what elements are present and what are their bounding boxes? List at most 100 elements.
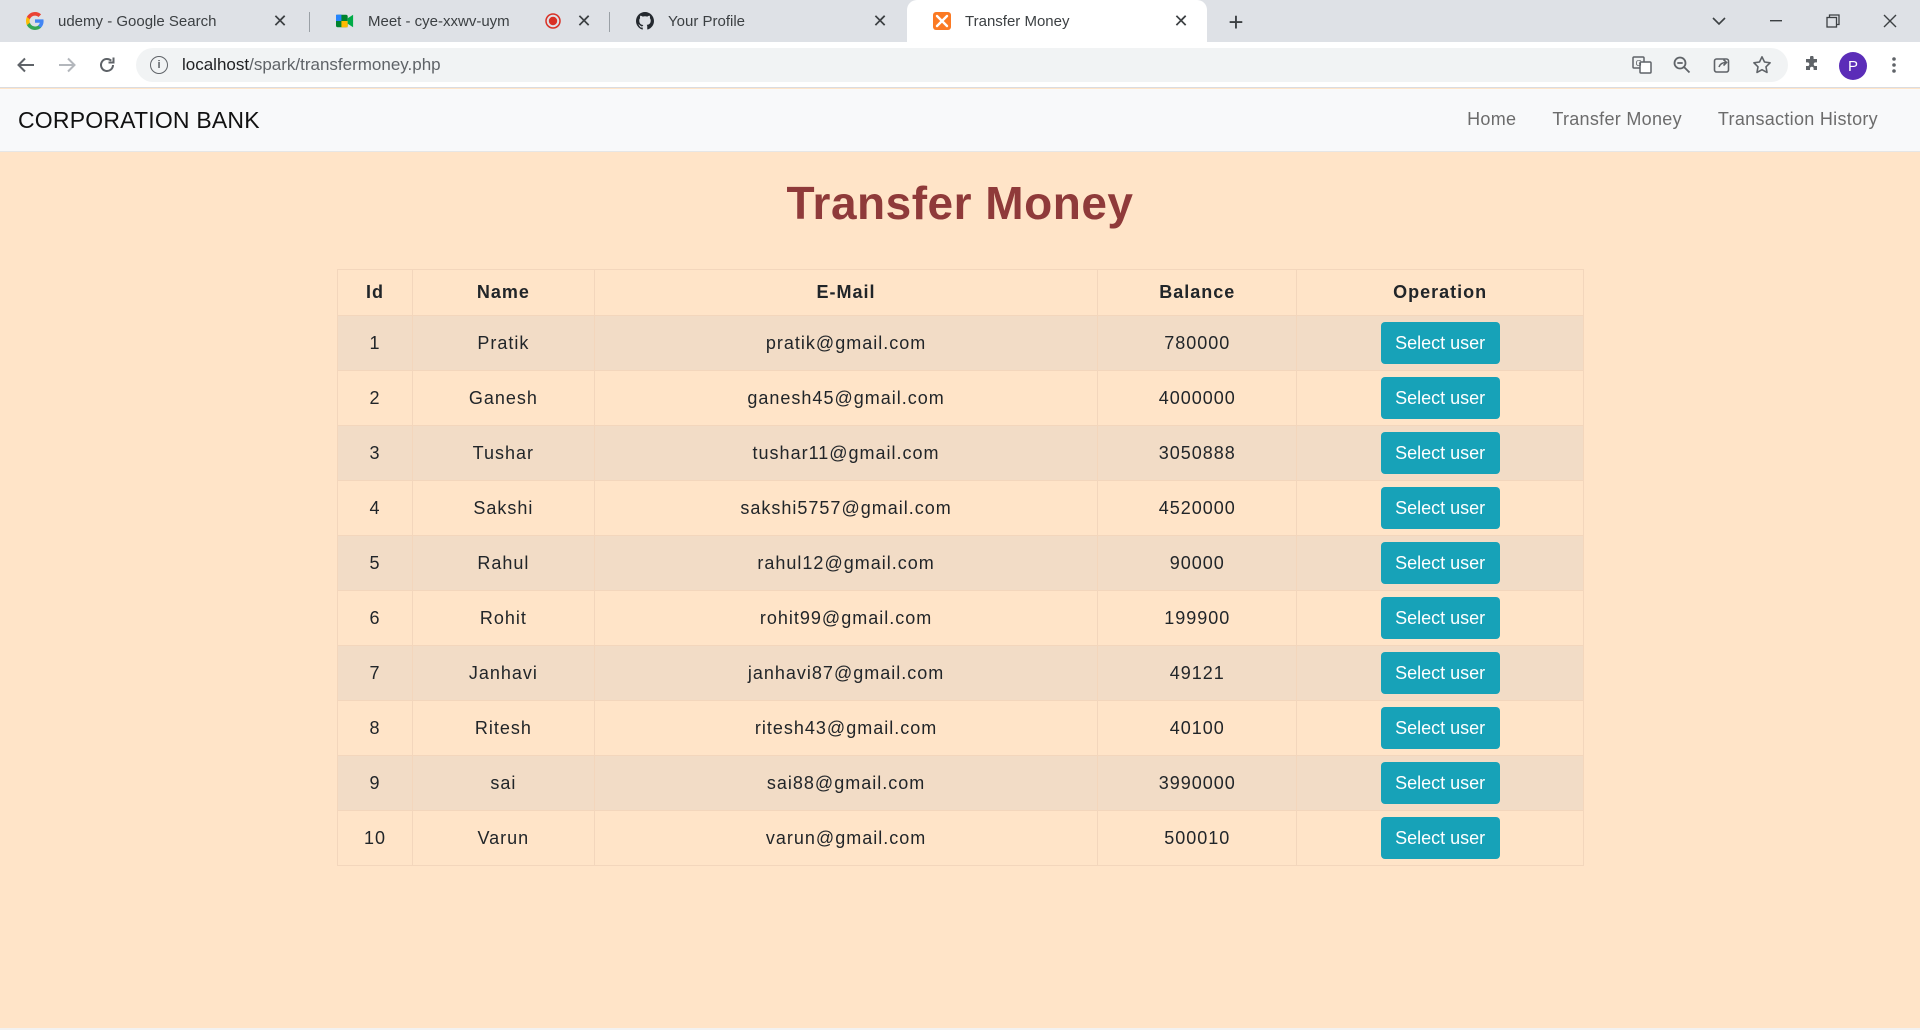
more-menu-icon[interactable]	[1880, 51, 1908, 79]
close-icon[interactable]: ✕	[574, 11, 594, 31]
cell-email: rahul12@gmail.com	[593, 535, 1099, 591]
table-header-row: Id Name E-Mail Balance Operation	[337, 269, 1584, 316]
cell-balance: 3990000	[1097, 755, 1298, 811]
close-icon[interactable]: ✕	[1171, 11, 1191, 31]
cell-balance: 3050888	[1097, 425, 1298, 481]
reload-icon[interactable]	[91, 49, 123, 81]
cell-name: Janhavi	[411, 645, 595, 701]
cell-id: 2	[337, 370, 413, 426]
cell-balance: 4000000	[1097, 370, 1298, 426]
table-row: 4 Sakshi sakshi5757@gmail.com 4520000 Se…	[337, 480, 1584, 536]
cell-name: Varun	[411, 810, 595, 866]
forward-arrow-icon[interactable]	[51, 49, 83, 81]
cell-name: Pratik	[411, 315, 595, 371]
tab-title: Transfer Money	[965, 12, 1070, 30]
browser-tab-github[interactable]: Your Profile ✕	[610, 0, 906, 42]
zoom-icon[interactable]	[1668, 51, 1696, 79]
tab-title: Meet - cye-xxwv-uym	[368, 12, 510, 30]
browser-tab-google[interactable]: udemy - Google Search ✕	[0, 0, 306, 42]
cell-balance: 4520000	[1097, 480, 1298, 536]
cell-id: 10	[337, 810, 413, 866]
cell-name: Sakshi	[411, 480, 595, 536]
column-header-id: Id	[337, 269, 413, 316]
tab-search-chevron-icon[interactable]	[1699, 4, 1739, 38]
cell-email: pratik@gmail.com	[593, 315, 1099, 371]
cell-balance: 500010	[1097, 810, 1298, 866]
page-title: Transfer Money	[786, 177, 1134, 229]
extensions-puzzle-icon[interactable]	[1798, 51, 1826, 79]
cell-email: janhavi87@gmail.com	[593, 645, 1099, 701]
url-text: localhost/spark/transfermoney.php	[182, 55, 441, 75]
column-header-balance: Balance	[1097, 269, 1298, 316]
cell-operation: Select user	[1296, 425, 1584, 481]
cell-operation: Select user	[1296, 645, 1584, 701]
select-user-button[interactable]: Select user	[1380, 432, 1500, 474]
cell-id: 5	[337, 535, 413, 591]
cell-id: 6	[337, 590, 413, 646]
select-user-button[interactable]: Select user	[1380, 487, 1500, 529]
cell-id: 1	[337, 315, 413, 371]
profile-avatar[interactable]: P	[1839, 52, 1867, 80]
cell-email: sakshi5757@gmail.com	[593, 480, 1099, 536]
nav-transfer-money[interactable]: Transfer Money	[1552, 109, 1682, 130]
restore-icon[interactable]	[1813, 4, 1853, 38]
select-user-button[interactable]: Select user	[1380, 707, 1500, 749]
nav-links: Home Transfer Money Transaction History	[1467, 109, 1878, 130]
table-row: 6 Rohit rohit99@gmail.com 199900 Select …	[337, 590, 1584, 646]
close-icon[interactable]: ✕	[870, 11, 890, 31]
browser-tab-strip: udemy - Google Search ✕ Meet - cye-xxwv-…	[0, 0, 1920, 42]
close-icon[interactable]: ✕	[270, 11, 290, 31]
select-user-button[interactable]: Select user	[1380, 652, 1500, 694]
select-user-button[interactable]: Select user	[1380, 322, 1500, 364]
cell-operation: Select user	[1296, 480, 1584, 536]
cell-name: Rahul	[411, 535, 595, 591]
brand-logo[interactable]: CORPORATION BANK	[18, 107, 260, 134]
select-user-button[interactable]: Select user	[1380, 542, 1500, 584]
address-bar[interactable]: i localhost/spark/transfermoney.php	[136, 48, 1788, 82]
cell-id: 3	[337, 425, 413, 481]
cell-balance: 40100	[1097, 700, 1298, 756]
browser-tab-transfer-money[interactable]: Transfer Money ✕	[907, 0, 1207, 42]
nav-home[interactable]: Home	[1467, 109, 1516, 130]
cell-name: sai	[411, 755, 595, 811]
cell-balance: 90000	[1097, 535, 1298, 591]
cell-email: sai88@gmail.com	[593, 755, 1099, 811]
google-icon	[26, 12, 44, 30]
window-close-icon[interactable]	[1870, 4, 1910, 38]
select-user-button[interactable]: Select user	[1380, 377, 1500, 419]
table-row: 2 Ganesh ganesh45@gmail.com 4000000 Sele…	[337, 370, 1584, 426]
column-header-operation: Operation	[1296, 269, 1584, 316]
select-user-button[interactable]: Select user	[1380, 817, 1500, 859]
share-icon[interactable]	[1708, 51, 1736, 79]
site-info-icon[interactable]: i	[150, 56, 168, 74]
browser-toolbar: i localhost/spark/transfermoney.php G	[0, 42, 1920, 88]
new-tab-plus-icon[interactable]: +	[1222, 7, 1250, 37]
select-user-button[interactable]: Select user	[1380, 762, 1500, 804]
cell-operation: Select user	[1296, 755, 1584, 811]
cell-name: Rohit	[411, 590, 595, 646]
select-user-button[interactable]: Select user	[1380, 597, 1500, 639]
browser-tab-meet[interactable]: Meet - cye-xxwv-uym ✕	[310, 0, 610, 42]
cell-balance: 199900	[1097, 590, 1298, 646]
back-arrow-icon[interactable]	[10, 49, 42, 81]
cell-operation: Select user	[1296, 370, 1584, 426]
url-path: /spark/transfermoney.php	[249, 55, 441, 74]
cell-operation: Select user	[1296, 590, 1584, 646]
xampp-icon	[933, 12, 951, 30]
meet-icon	[336, 12, 354, 30]
cell-name: Ritesh	[411, 700, 595, 756]
nav-transaction-history[interactable]: Transaction History	[1718, 109, 1878, 130]
svg-text:G: G	[1636, 59, 1642, 68]
table-row: 8 Ritesh ritesh43@gmail.com 40100 Select…	[337, 700, 1584, 756]
minimize-icon[interactable]	[1756, 4, 1796, 38]
site-navbar: CORPORATION BANK Home Transfer Money Tra…	[0, 89, 1920, 152]
cell-email: tushar11@gmail.com	[593, 425, 1099, 481]
url-host: localhost	[182, 55, 250, 74]
cell-operation: Select user	[1296, 810, 1584, 866]
bookmark-star-icon[interactable]	[1748, 51, 1776, 79]
cell-operation: Select user	[1296, 535, 1584, 591]
translate-icon[interactable]: G	[1628, 51, 1656, 79]
tab-title: Your Profile	[668, 12, 745, 30]
cell-email: ganesh45@gmail.com	[593, 370, 1099, 426]
table-row: 3 Tushar tushar11@gmail.com 3050888 Sele…	[337, 425, 1584, 481]
